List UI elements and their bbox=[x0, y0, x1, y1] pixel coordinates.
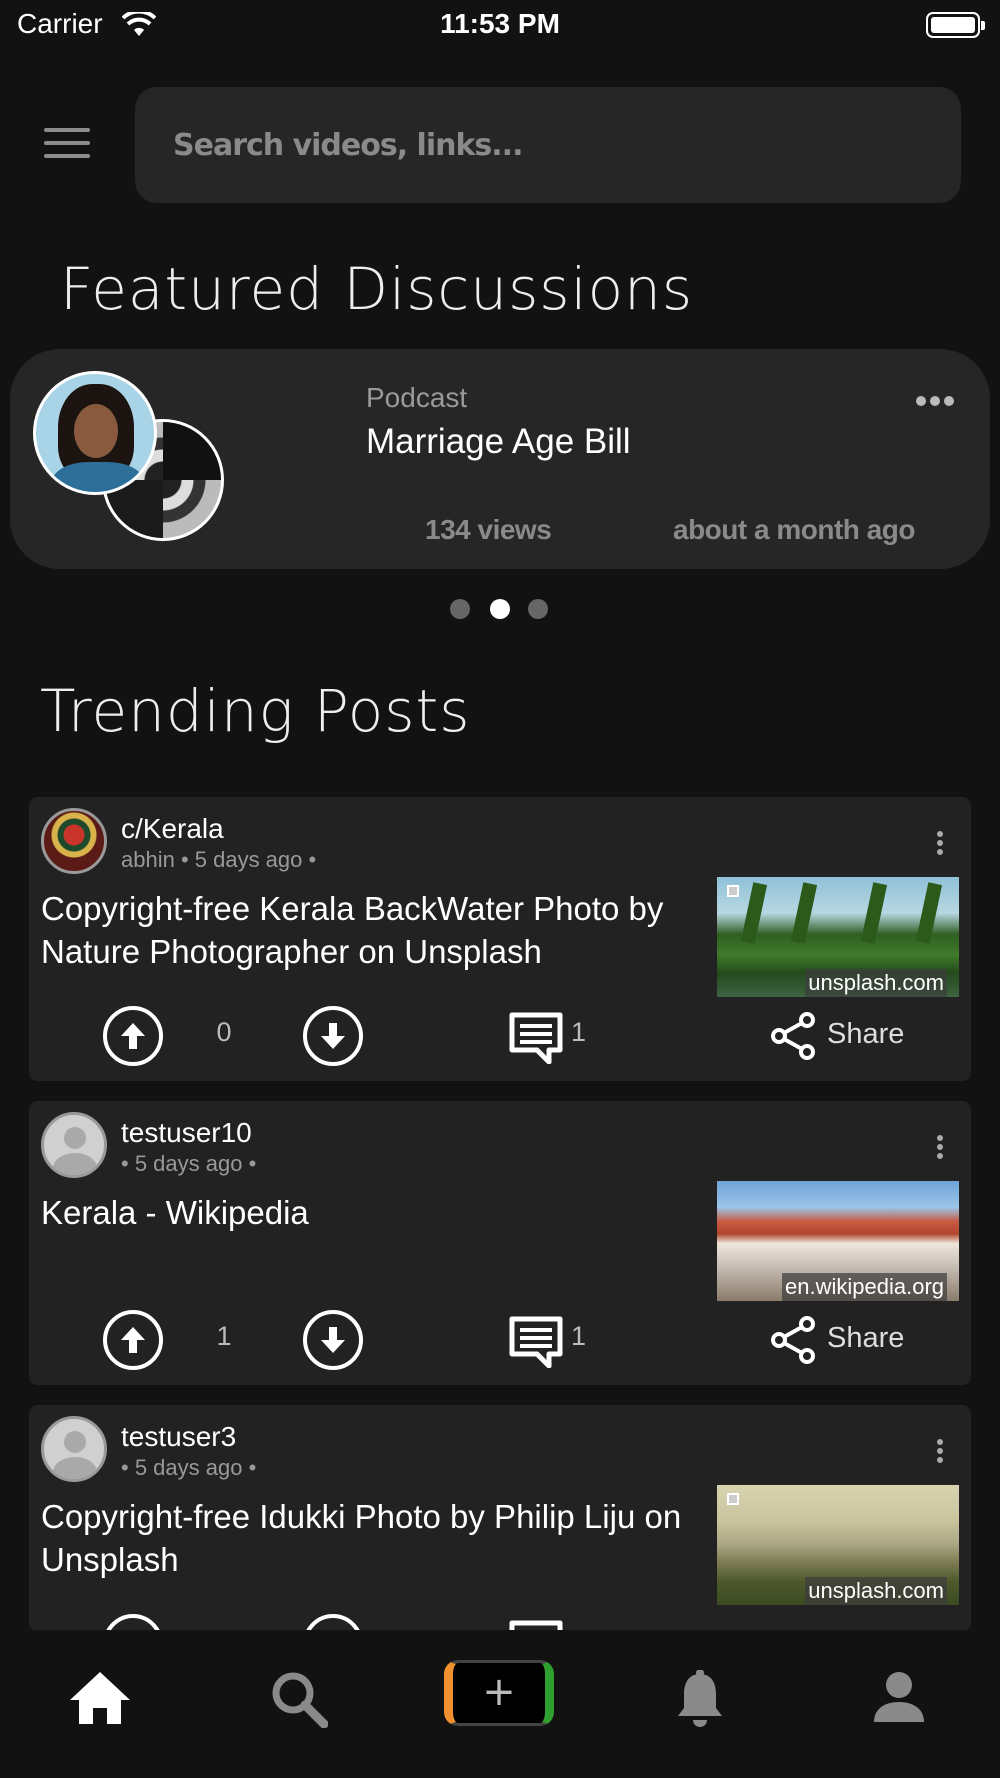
image-icon bbox=[727, 885, 739, 897]
bottom-nav: + bbox=[0, 1630, 1000, 1778]
share-icon bbox=[771, 1316, 815, 1364]
downvote-icon[interactable] bbox=[303, 1614, 363, 1631]
vote-count: 0 bbox=[216, 1017, 232, 1047]
post-title[interactable]: Copyright-free Kerala BackWater Photo by… bbox=[41, 887, 721, 973]
comment-icon[interactable] bbox=[509, 1316, 563, 1368]
search-icon[interactable] bbox=[270, 1670, 328, 1728]
post-thumbnail[interactable]: unsplash.com bbox=[717, 1485, 959, 1605]
carousel-dot[interactable] bbox=[450, 599, 470, 619]
home-icon[interactable] bbox=[68, 1670, 132, 1726]
post-options-icon[interactable] bbox=[937, 1439, 945, 1467]
upvote-icon[interactable] bbox=[103, 1310, 163, 1370]
post-meta: • 5 days ago • bbox=[121, 1151, 257, 1176]
carousel-dot-active[interactable] bbox=[490, 599, 510, 619]
share-button[interactable]: Share bbox=[769, 1008, 919, 1064]
post-community[interactable]: testuser3 bbox=[121, 1421, 236, 1453]
participant-avatar-primary bbox=[33, 371, 157, 495]
post-actions: 1 1 Share bbox=[29, 1306, 971, 1376]
thumbnail-domain: unsplash.com bbox=[805, 969, 947, 997]
user-avatar[interactable] bbox=[41, 1416, 107, 1482]
share-button[interactable]: Share bbox=[769, 1312, 919, 1368]
post-thumbnail[interactable]: unsplash.com bbox=[717, 877, 959, 997]
profile-icon[interactable] bbox=[872, 1670, 926, 1724]
post-actions: 0 1 Share bbox=[29, 1002, 971, 1072]
post-options-icon[interactable] bbox=[937, 1135, 945, 1163]
search-bar[interactable] bbox=[135, 87, 961, 203]
post-title[interactable]: Kerala - Wikipedia bbox=[41, 1191, 721, 1234]
post-options-icon[interactable] bbox=[937, 831, 945, 859]
post-thumbnail[interactable]: en.wikipedia.org bbox=[717, 1181, 959, 1301]
post-meta: • 5 days ago • bbox=[121, 1455, 257, 1480]
image-icon bbox=[727, 1493, 739, 1505]
plus-icon: + bbox=[482, 1669, 516, 1715]
featured-views: 134 views bbox=[425, 514, 552, 545]
create-post-button[interactable]: + bbox=[444, 1660, 554, 1726]
post-meta: abhin • 5 days ago • bbox=[121, 847, 317, 872]
carousel-dot[interactable] bbox=[528, 599, 548, 619]
featured-category: Podcast bbox=[366, 382, 468, 413]
featured-title: Marriage Age Bill bbox=[366, 422, 631, 461]
post-card[interactable]: c/Kerala abhin • 5 days ago • Copyright-… bbox=[29, 797, 971, 1081]
vote-count: 1 bbox=[216, 1321, 232, 1351]
thumbnail-domain: unsplash.com bbox=[805, 1577, 947, 1605]
share-icon bbox=[771, 1012, 815, 1060]
featured-card[interactable]: Podcast Marriage Age Bill 134 views abou… bbox=[10, 349, 990, 569]
comment-count: 1 bbox=[571, 1017, 587, 1047]
search-input[interactable] bbox=[135, 87, 961, 203]
featured-section-title: Featured Discussions bbox=[60, 255, 694, 323]
post-community[interactable]: c/Kerala bbox=[121, 813, 224, 845]
post-actions bbox=[29, 1610, 971, 1631]
status-bar: Carrier 11:53 PM bbox=[0, 0, 1000, 52]
upvote-icon[interactable] bbox=[103, 1614, 163, 1631]
post-title[interactable]: Copyright-free Idukki Photo by Philip Li… bbox=[41, 1495, 721, 1581]
trending-section-title: Trending Posts bbox=[40, 677, 471, 745]
upvote-icon[interactable] bbox=[103, 1006, 163, 1066]
post-card[interactable]: testuser3 • 5 days ago • Copyright-free … bbox=[29, 1405, 971, 1631]
more-options-icon[interactable] bbox=[916, 393, 960, 407]
share-label: Share bbox=[827, 1018, 905, 1050]
clock: 11:53 PM bbox=[440, 8, 560, 39]
downvote-icon[interactable] bbox=[303, 1006, 363, 1066]
hamburger-menu-icon[interactable] bbox=[44, 128, 90, 162]
downvote-icon[interactable] bbox=[303, 1310, 363, 1370]
carousel-indicator bbox=[450, 599, 550, 619]
bell-icon[interactable] bbox=[674, 1670, 726, 1728]
thumbnail-domain: en.wikipedia.org bbox=[782, 1273, 947, 1301]
share-label: Share bbox=[827, 1322, 905, 1354]
featured-time: about a month ago bbox=[673, 514, 915, 545]
post-card[interactable]: testuser10 • 5 days ago • Kerala - Wikip… bbox=[29, 1101, 971, 1385]
comment-icon[interactable] bbox=[509, 1012, 563, 1064]
user-avatar[interactable] bbox=[41, 1112, 107, 1178]
post-community[interactable]: testuser10 bbox=[121, 1117, 252, 1149]
comment-count: 1 bbox=[571, 1321, 587, 1351]
community-avatar[interactable] bbox=[41, 808, 107, 874]
battery-icon bbox=[926, 12, 985, 38]
